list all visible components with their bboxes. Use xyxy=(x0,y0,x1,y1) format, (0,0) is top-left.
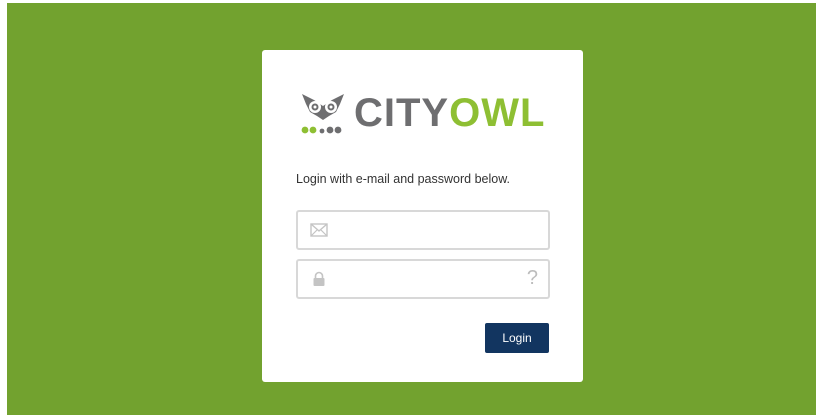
owl-logo-icon xyxy=(301,94,344,134)
password-input[interactable] xyxy=(336,261,516,297)
help-question-icon[interactable]: ? xyxy=(527,267,538,290)
email-input[interactable] xyxy=(336,212,516,248)
login-button[interactable]: Login xyxy=(485,323,549,353)
logo-word-owl: OWL xyxy=(449,91,546,135)
email-field[interactable] xyxy=(296,210,550,250)
login-instructions: Login with e-mail and password below. xyxy=(296,172,511,186)
password-field[interactable]: ? xyxy=(296,259,550,299)
logo-wordmark: CITYOWL xyxy=(354,93,545,133)
page-background: CITYOWL Login with e-mail and password b… xyxy=(7,3,816,415)
logo-word-city: CITY xyxy=(354,91,450,135)
cityowl-logo: CITYOWL xyxy=(300,88,545,138)
lock-icon xyxy=(313,271,325,286)
login-card: CITYOWL Login with e-mail and password b… xyxy=(262,50,583,382)
envelope-icon xyxy=(310,223,328,237)
